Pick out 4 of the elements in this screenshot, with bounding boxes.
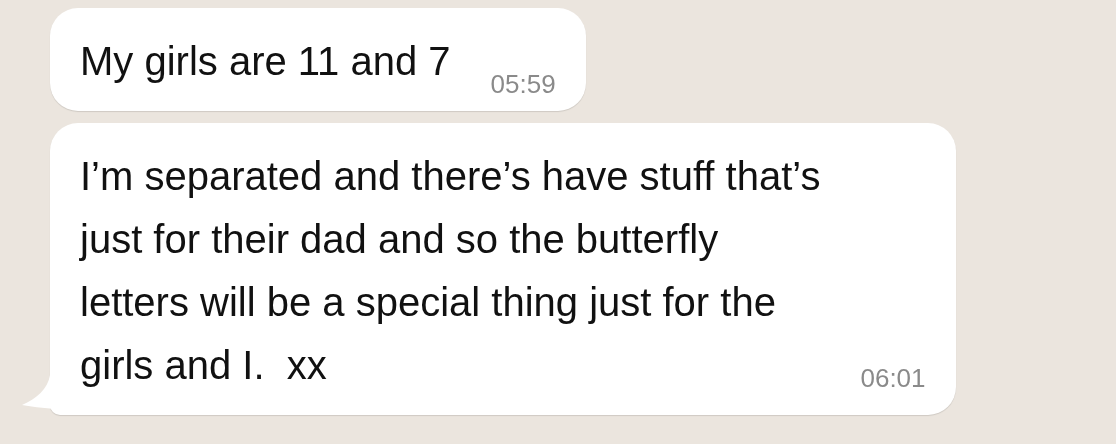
message-text: My girls are 11 and 7 bbox=[80, 38, 451, 85]
message-text: I’m separated and there’s have stuff that’s just for their dad and so the butterfly letters will be a special thing just for the girls and I. xx bbox=[80, 153, 821, 389]
message-time: 06:01 bbox=[860, 363, 926, 395]
message-time: 05:59 bbox=[490, 69, 556, 99]
